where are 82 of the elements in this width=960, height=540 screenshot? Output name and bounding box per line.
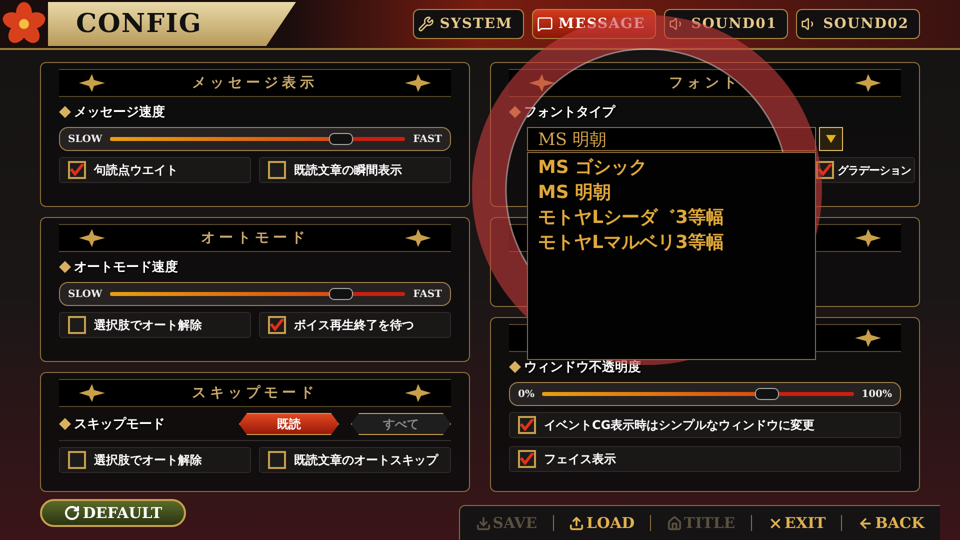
checkbox-label: 選択肢でオート解除 <box>94 452 202 468</box>
checkbox-row[interactable]: 選択肢でオート解除 <box>59 447 251 473</box>
checkbox-label: 選択肢でオート解除 <box>94 316 202 334</box>
checkbox[interactable] <box>68 451 86 469</box>
footer-button[interactable]: EXIT <box>768 514 826 532</box>
dropdown-arrow-button[interactable] <box>819 127 843 151</box>
setting-label: オートモード速度 <box>59 258 451 276</box>
panel-title: メッセージ表示 <box>192 74 318 92</box>
checkbox-label: 既読文章のオートスキップ <box>294 452 438 468</box>
slider-max-label: FAST <box>413 288 442 300</box>
ornament-icon <box>529 74 555 92</box>
slider-min-label: SLOW <box>68 134 102 144</box>
ornament-icon <box>79 384 105 402</box>
slider-max-label: 100% <box>862 388 892 400</box>
checkbox-label: 既読文章の瞬間表示 <box>294 162 402 178</box>
triangle-down-icon <box>826 135 836 143</box>
diamond-bullet-icon <box>59 261 71 273</box>
checkbox-row[interactable]: 既読文章のオートスキップ <box>259 447 451 473</box>
slider-max-label: FAST <box>413 134 442 144</box>
setting-label: メッセージ速度 <box>59 103 451 121</box>
font-dropdown[interactable]: MS 明朝 <box>527 127 816 151</box>
ornament-icon <box>855 74 881 92</box>
dropdown-option[interactable]: モトヤLマルベリ3等幅 <box>538 230 805 255</box>
option-button[interactable]: 既読 <box>239 413 339 435</box>
panel-title: オートモード <box>201 229 309 247</box>
slider-thumb[interactable] <box>329 288 354 300</box>
dropdown-option[interactable]: MS 明朝 <box>538 180 805 205</box>
diamond-bullet-icon <box>509 106 521 118</box>
ornament-icon <box>405 384 431 402</box>
panel-title: スキップモード <box>192 384 318 402</box>
slider-min-label: SLOW <box>68 288 102 300</box>
ornament-icon <box>79 74 105 92</box>
checkbox[interactable] <box>268 316 286 334</box>
diamond-bullet-icon <box>59 106 71 118</box>
ornament-icon <box>405 74 431 92</box>
refresh-icon <box>64 505 80 521</box>
checkbox[interactable] <box>268 161 286 179</box>
checkbox[interactable] <box>816 161 834 179</box>
checkbox[interactable] <box>518 416 536 434</box>
tray-up-icon <box>569 516 584 530</box>
checkbox-row[interactable]: 句読点ウエイト <box>59 157 251 183</box>
diamond-bullet-icon <box>509 361 521 373</box>
slider-min-label: 0% <box>518 388 534 400</box>
checkbox-label: フェイス表示 <box>544 450 616 468</box>
checkbox-row[interactable]: 選択肢でオート解除 <box>59 312 251 338</box>
slider-thumb[interactable] <box>329 133 354 145</box>
checkbox-row[interactable]: 既読文章の瞬間表示 <box>259 157 451 183</box>
setting-label: ウィンドウ不透明度 <box>509 358 901 376</box>
footer-button[interactable]: LOAD <box>569 514 635 532</box>
panel-title: フォント <box>669 74 741 92</box>
ornament-icon <box>405 229 431 247</box>
checkbox[interactable] <box>518 450 536 468</box>
flower-drawing <box>2 2 46 46</box>
ornament-icon <box>855 329 881 347</box>
checkbox-row[interactable]: ボイス再生終了を待つ <box>259 312 451 338</box>
checkbox-label: ボイス再生終了を待つ <box>294 316 414 334</box>
dropdown-option[interactable]: モトヤLシーダ゛3等幅 <box>538 205 805 230</box>
footer-button[interactable]: BACK <box>858 514 924 532</box>
option-button[interactable]: すべて <box>351 413 451 435</box>
wrench-icon <box>418 16 434 32</box>
checkbox-row[interactable]: フェイス表示 <box>509 446 901 472</box>
tray-down-icon <box>476 516 491 530</box>
checkbox[interactable] <box>68 316 86 334</box>
checkbox[interactable] <box>68 161 86 179</box>
slider-thumb[interactable] <box>755 388 780 400</box>
ornament-icon <box>855 229 881 247</box>
dropdown-option[interactable]: MS ゴシック <box>538 155 805 180</box>
setting-label: スキップモード <box>59 415 227 433</box>
checkbox[interactable] <box>268 451 286 469</box>
diamond-bullet-icon <box>59 418 71 430</box>
default-button[interactable]: DEFAULT <box>40 499 186 527</box>
checkbox-row[interactable]: イベントCG表示時はシンプルなウィンドウに変更 <box>509 412 901 438</box>
checkbox-label: グラデーション <box>838 162 911 178</box>
speech-bubble-icon <box>536 16 553 32</box>
tab[interactable]: SOUND02 <box>796 9 920 39</box>
ornament-icon <box>79 229 105 247</box>
tab[interactable]: SYSTEM <box>412 9 524 39</box>
checkbox-label: イベントCG表示時はシンプルなウィンドウに変更 <box>544 416 815 434</box>
checkbox-label: 句読点ウエイト <box>94 162 178 178</box>
config-title: CONFIG <box>48 2 296 46</box>
tab[interactable]: SOUND01 <box>664 9 788 39</box>
house-icon <box>666 516 682 530</box>
